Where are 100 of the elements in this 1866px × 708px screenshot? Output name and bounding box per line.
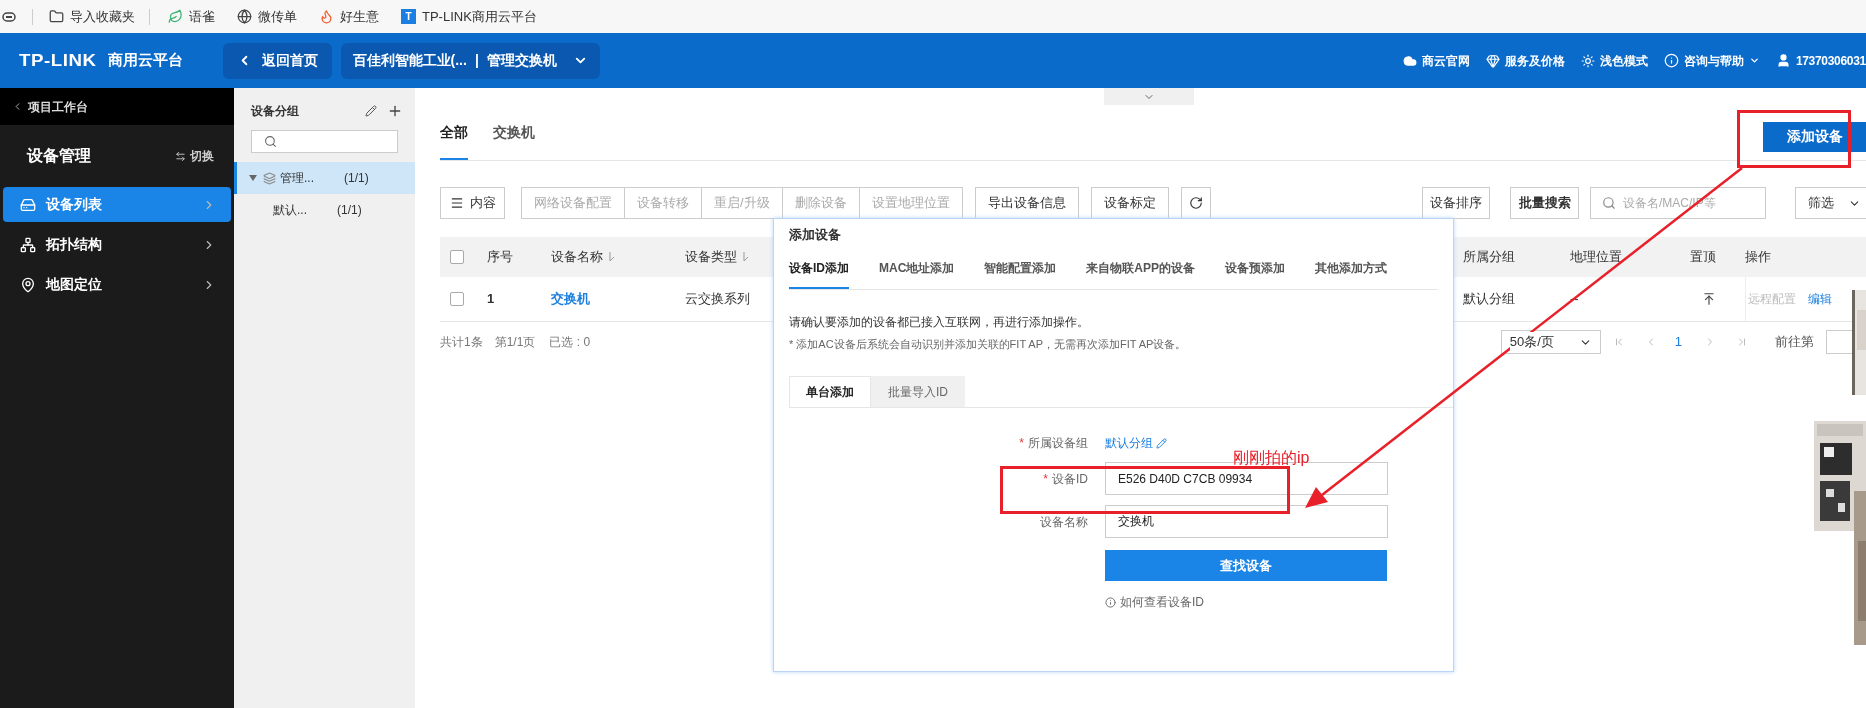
find-device-button[interactable]: 查找设备 <box>1105 550 1387 581</box>
group-link[interactable]: 默认分组 <box>1105 434 1167 452</box>
edit-icon <box>1156 437 1167 449</box>
bookmark[interactable]: 导入收藏夹 <box>49 6 135 27</box>
user-icon[interactable] <box>1775 53 1791 68</box>
page-name: 管理交换机 <box>486 51 557 70</box>
notice-text: 请确认要添加的设备都已接入互联网，再进行添加操作。 <box>789 313 1090 331</box>
bookmark[interactable]: 语雀 <box>168 6 215 27</box>
folder-icon <box>49 9 64 24</box>
row-action-link[interactable]: 编辑 <box>1808 290 1832 308</box>
column-header: 设备名称 <box>551 248 603 267</box>
layers-icon <box>263 171 276 185</box>
sort-icon[interactable] <box>743 252 749 262</box>
required-mark: * <box>1043 470 1048 488</box>
column-header: 置顶 <box>1690 248 1716 267</box>
page-number[interactable]: 1 <box>1674 332 1682 352</box>
search-icon <box>264 135 277 148</box>
sun-icon <box>1580 53 1595 68</box>
tree-label: 默认... <box>273 202 308 219</box>
dialog-tab[interactable]: 设备预添加 <box>1225 258 1285 289</box>
filter-dropdown[interactable]: 筛选 <box>1795 187 1866 219</box>
project-name: 百佳利智能工业(... <box>352 51 467 70</box>
dialog-title: 添加设备 <box>789 226 842 244</box>
add-icon[interactable] <box>387 103 403 119</box>
sidebar-title: 设备管理 <box>27 146 91 166</box>
nav-item[interactable]: 拓扑结构 <box>3 227 231 262</box>
total-count: 共计1条 <box>440 334 483 351</box>
site-logo-icon: T <box>401 9 416 24</box>
swap-icon <box>175 150 186 162</box>
header-link[interactable]: 服务及价格 <box>1485 51 1565 70</box>
nav-item[interactable]: 地图定位 <box>3 267 231 302</box>
diamond-icon <box>1485 53 1500 68</box>
field-label: 设备名称 <box>1040 513 1088 531</box>
add-device-button[interactable]: 添加设备 <box>1763 121 1866 152</box>
input-field[interactable]: 交换机 <box>1105 505 1388 538</box>
pin-to-top-icon[interactable] <box>1702 292 1716 306</box>
bookmark[interactable]: T TP-LINK商用云平台 <box>401 6 537 27</box>
tab-group-icon[interactable] <box>2 11 16 22</box>
logo: TP-LINK <box>19 49 97 72</box>
nav-item[interactable]: 设备列表 <box>3 187 231 222</box>
column-header: 所属分组 <box>1463 248 1515 267</box>
device-link[interactable]: 交换机 <box>551 289 590 309</box>
edit-icon[interactable] <box>365 105 377 117</box>
tree-count: (1/1) <box>337 202 362 219</box>
subtab[interactable]: 批量导入ID <box>871 376 965 407</box>
goto-label: 前往第 <box>1775 333 1814 352</box>
selected-count: 已选 : 0 <box>549 334 591 351</box>
table-cell-text: 云交换系列 <box>685 290 750 309</box>
switch-button[interactable]: 切换 <box>175 147 214 165</box>
checkbox[interactable] <box>450 250 464 264</box>
field-label: 所属设备组 <box>1028 435 1088 452</box>
tree-item[interactable]: 管理... (1/1) <box>234 162 415 194</box>
search-icon <box>1602 196 1616 210</box>
batch-search-button[interactable]: 批量搜索 <box>1510 187 1579 219</box>
bookmark[interactable]: 好生意 <box>319 6 379 27</box>
back-button[interactable]: 返回首页 <box>222 42 332 79</box>
page-size-value: 50条/页 <box>1509 332 1554 352</box>
last-page-icon[interactable] <box>1736 336 1748 348</box>
header-link[interactable]: 浅色模式 <box>1580 51 1648 70</box>
column-header: 设备类型 <box>685 248 737 267</box>
menu-icon <box>449 196 464 210</box>
tab[interactable]: 交换机 <box>493 122 535 160</box>
chevron-down-icon <box>1748 55 1760 66</box>
table-cell-text: 1 <box>487 290 495 309</box>
tree-item[interactable]: 默认... (1/1) <box>234 194 415 226</box>
dialog-tab[interactable]: MAC地址添加 <box>879 258 955 289</box>
dialog-tab[interactable]: 智能配置添加 <box>984 258 1057 289</box>
field-label: 设备ID <box>1052 470 1088 488</box>
content-button[interactable]: 内容 <box>440 187 505 219</box>
user-account[interactable]: 17370306031 <box>1795 51 1866 70</box>
dialog-tab[interactable]: 其他添加方式 <box>1315 258 1387 289</box>
search-field[interactable] <box>251 130 398 153</box>
project-selector[interactable]: 百佳利智能工业(... | 管理交换机 <box>340 42 600 79</box>
device-icon <box>20 196 36 213</box>
map-pin-icon <box>20 276 36 293</box>
column-header: 操作 <box>1745 248 1771 267</box>
dialog-tab[interactable]: 设备ID添加 <box>789 258 849 289</box>
column-header: 序号 <box>487 248 513 267</box>
page-size-select[interactable]: 50条/页 <box>1500 330 1601 354</box>
sort-icon[interactable] <box>609 252 615 262</box>
cloud-icon <box>1402 53 1417 68</box>
back-link[interactable]: 项目工作台 <box>28 97 88 116</box>
expand-caret-icon[interactable] <box>249 174 257 182</box>
subtab[interactable]: 单台添加 <box>789 376 871 407</box>
info-icon <box>1663 53 1679 68</box>
checkbox[interactable] <box>450 292 464 306</box>
topology-icon <box>20 236 36 253</box>
required-mark: * <box>1019 435 1024 452</box>
dialog-tab[interactable]: 来自物联APP的设备 <box>1086 258 1195 289</box>
header-link[interactable]: 商云官网 <box>1402 51 1470 70</box>
panel-title: 设备分组 <box>251 103 300 120</box>
help-link[interactable]: 如何查看设备ID <box>1120 593 1204 611</box>
refresh-icon <box>1188 196 1203 210</box>
note-text: * 添加AC设备后系统会自动识别并添加关联的FIT AP，无需再次添加FIT AP设备。 <box>789 336 1188 352</box>
header-link[interactable]: 咨询与帮助 <box>1663 51 1760 70</box>
table-cell-text: 默认分组 <box>1463 290 1515 309</box>
bookmark[interactable]: 微传单 <box>237 6 297 27</box>
page-info: 第1/1页 <box>494 334 536 351</box>
flame-icon <box>319 9 334 24</box>
tab[interactable]: 全部 <box>440 122 468 160</box>
